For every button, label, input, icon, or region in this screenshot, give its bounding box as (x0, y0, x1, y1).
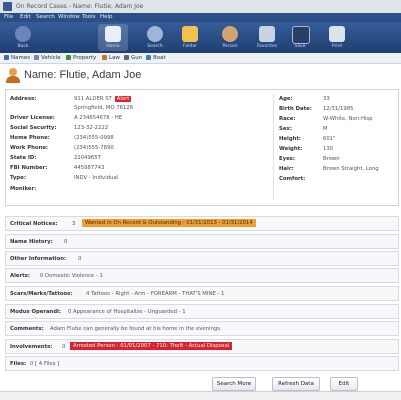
subbar-law[interactable]: Law (102, 55, 120, 61)
gun-icon (124, 55, 129, 60)
person-icon (6, 68, 20, 83)
folder-icon (182, 26, 198, 42)
window-title: On Record Cases - Name: Flutie, Adam Joe (16, 3, 144, 10)
name-label: Name: (24, 69, 57, 81)
files-section[interactable]: Files: 0 [ 4 Files ] (5, 356, 399, 371)
subbar-names[interactable]: Names (4, 55, 30, 61)
critical-notice-alert[interactable]: Wanted in On Record & Outstanding - 01/3… (82, 219, 256, 227)
alert-badge[interactable]: Alert (114, 96, 132, 102)
menu-window[interactable]: Window (58, 14, 80, 20)
subbar-boat[interactable]: Boat (146, 55, 166, 61)
edit-button[interactable]: Edit (330, 377, 358, 391)
involvement-alert[interactable]: Arrested Person - 01/01/2007 - 710: Thef… (70, 342, 233, 350)
toolbar-person-button[interactable]: Person (215, 24, 245, 51)
app-icon (3, 2, 12, 11)
arrow-left-icon (15, 26, 31, 42)
modus-operandi-section[interactable]: Modus Operandi: 0 Appearance of Hospital… (5, 304, 399, 319)
toolbar-save-button[interactable]: Save (285, 24, 315, 51)
column-divider (273, 94, 274, 200)
person-details-card: Address: 911 ALDER ST Alert Springfield, … (5, 89, 399, 206)
comments-section: Comments: Adam Flutie can generally be f… (5, 321, 399, 336)
main-toolbar: Back Home Search Folder Person Favorites… (0, 22, 401, 53)
record-type-bar: Names Vehicle Property Law Gun Boat (0, 53, 401, 64)
critical-notices-section[interactable]: Critical Notices: 3 Wanted in On Record … (5, 216, 399, 231)
menu-edit[interactable]: Edit (20, 14, 31, 20)
star-icon (259, 26, 275, 42)
other-information-section[interactable]: Other Information: 0 (5, 251, 399, 266)
property-icon (66, 55, 71, 60)
person-icon (222, 26, 238, 42)
alerts-section[interactable]: Alerts: 0 Domestic Violence - 1 (5, 268, 399, 283)
refresh-data-button[interactable]: Refresh Data (272, 377, 320, 391)
name-history-section[interactable]: Name History: 0 (5, 234, 399, 249)
address-line2: Springfield, MO 76126 (74, 105, 134, 111)
vehicle-icon (34, 55, 39, 60)
subbar-property[interactable]: Property (66, 55, 96, 61)
subbar-vehicle[interactable]: Vehicle (34, 55, 61, 61)
toolbar-back-button[interactable]: Back (8, 24, 38, 51)
toolbar-folder-button[interactable]: Folder (175, 24, 205, 51)
menu-bar: File Edit Search Window Tools Help (0, 13, 401, 22)
name-value: Flutie, Adam Joe (59, 69, 142, 81)
print-icon (329, 26, 345, 42)
window-titlebar: On Record Cases - Name: Flutie, Adam Joe (0, 0, 401, 14)
boat-icon (146, 55, 151, 60)
toolbar-print-button[interactable]: Print (322, 24, 352, 51)
names-icon (4, 55, 9, 60)
search-more-button[interactable]: Search More (212, 377, 256, 391)
involvements-section[interactable]: Involvements: 0 Arrested Person - 01/01/… (5, 339, 399, 354)
toolbar-favorites-button[interactable]: Favorites (252, 24, 282, 51)
save-icon (292, 26, 310, 44)
scars-marks-tattoos-section[interactable]: Scars/Marks/Tattoos: 4 Tattoos - Right -… (5, 286, 399, 301)
toolbar-search-button[interactable]: Search (140, 24, 170, 51)
toolbar-home-button[interactable]: Home (98, 24, 128, 51)
search-icon (147, 26, 163, 42)
law-icon (102, 55, 107, 60)
address-line1: 911 ALDER ST (74, 96, 112, 102)
subbar-gun[interactable]: Gun (124, 55, 142, 61)
menu-help[interactable]: Help (100, 14, 113, 20)
menu-file[interactable]: File (4, 14, 13, 20)
home-icon (105, 26, 121, 42)
menu-tools[interactable]: Tools (82, 14, 96, 20)
menu-search[interactable]: Search (36, 14, 55, 20)
